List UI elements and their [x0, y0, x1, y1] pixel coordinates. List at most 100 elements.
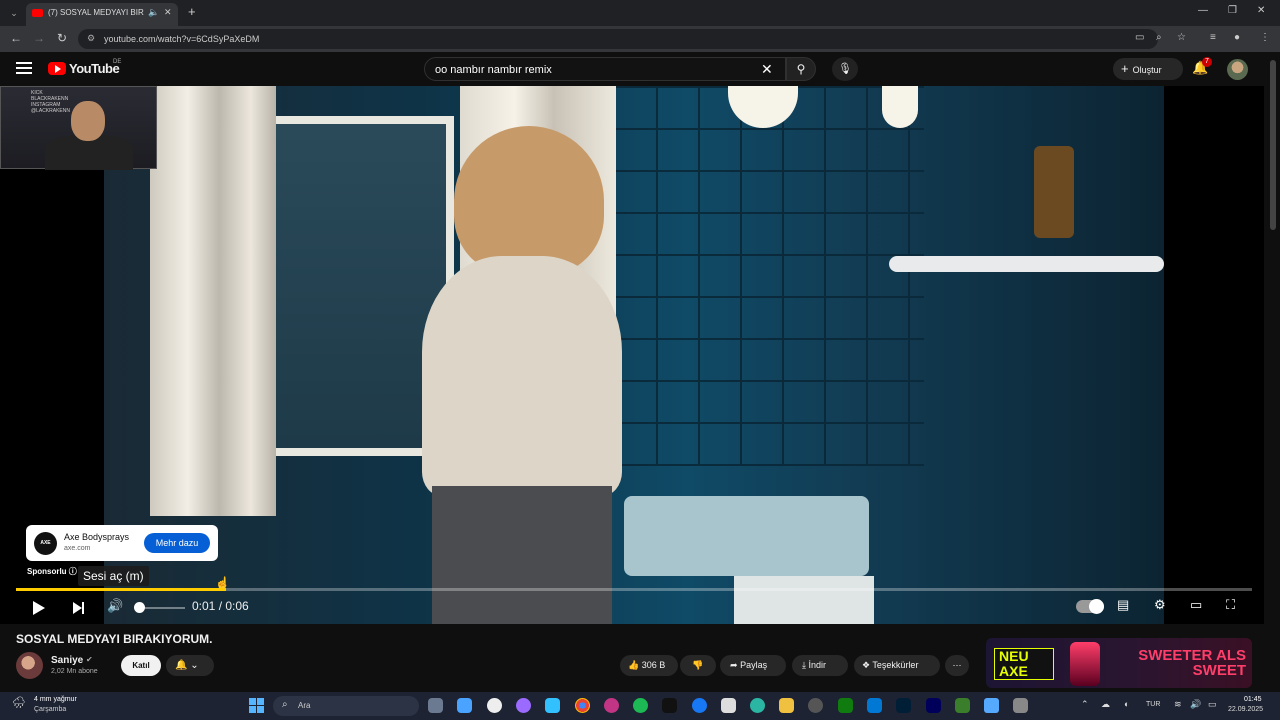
wifi-icon[interactable]: ≋ — [1174, 699, 1182, 710]
person-hair — [454, 126, 604, 276]
browser-tab[interactable]: (7) SOSYAL MEDYAYI BIRAK 🔈 ✕ — [26, 3, 178, 26]
ad-cta-button[interactable]: Mehr dazu — [144, 533, 210, 553]
subscription-bell-button[interactable]: 🔔 ⌄ — [166, 655, 214, 676]
join-button[interactable]: Katıl — [121, 655, 161, 676]
outlook-icon[interactable] — [867, 698, 882, 713]
url-field[interactable]: ⚙ youtube.com/watch?v=6CdSyPaXeDM — [78, 29, 1158, 49]
copilot-icon[interactable] — [457, 698, 472, 713]
settings-gear-icon[interactable]: ⚙ — [1154, 597, 1166, 613]
back-icon[interactable]: ← — [10, 31, 22, 45]
channel-name[interactable]: Saniye — [51, 655, 83, 666]
app-icon-5[interactable] — [545, 698, 560, 713]
tab-search-chevron-icon[interactable]: ⌄ — [6, 5, 22, 21]
app-icon-20[interactable] — [984, 698, 999, 713]
cast-icon[interactable]: ▭ — [1135, 32, 1144, 43]
clock-time[interactable]: 01:45 — [1244, 696, 1262, 703]
dislike-button[interactable]: 👎 — [680, 655, 716, 676]
volume-slider-knob[interactable] — [134, 602, 145, 613]
weather-text[interactable]: 4 mm yağmur — [34, 696, 77, 703]
download-label: İndir — [808, 660, 827, 670]
sponsored-label: Sponsorlu ⓘ — [27, 566, 77, 577]
youtube-logo-text[interactable]: YouTube — [69, 61, 120, 76]
tiktok-icon[interactable] — [662, 698, 677, 713]
youtube-logo-icon[interactable] — [48, 62, 66, 75]
restore-icon[interactable]: ❐ — [1228, 5, 1237, 16]
autoplay-toggle[interactable] — [1076, 599, 1104, 614]
tray-app-icon[interactable]: ◐ — [1124, 699, 1129, 709]
clock-date[interactable]: 22.09.2025 — [1228, 706, 1263, 713]
thanks-button[interactable]: ❖ Teşekkürler — [854, 655, 940, 676]
file-explorer-icon[interactable] — [779, 698, 794, 713]
chatgpt-icon[interactable] — [487, 698, 502, 713]
ad-banner[interactable]: NEU AXE SWEETER ALS SWEET — [986, 638, 1252, 688]
next-icon[interactable] — [73, 602, 84, 614]
app-icon-19[interactable] — [955, 698, 970, 713]
steam-icon[interactable] — [808, 698, 823, 713]
facebook-icon[interactable] — [692, 698, 707, 713]
download-button[interactable]: ⤓ İndir — [792, 655, 848, 676]
share-button[interactable]: ➦ Paylaş — [720, 655, 786, 676]
windows-start-icon[interactable] — [249, 698, 264, 713]
theater-mode-icon[interactable]: ▭ — [1190, 597, 1202, 613]
minimize-icon[interactable]: — — [1198, 5, 1208, 16]
hamburger-menu-icon[interactable] — [16, 62, 32, 74]
volume-slider-track[interactable] — [145, 607, 185, 609]
tab-close-icon[interactable]: ✕ — [164, 7, 172, 18]
reload-icon[interactable]: ↻ — [57, 31, 67, 45]
close-window-icon[interactable]: ✕ — [1257, 5, 1265, 16]
ad-card[interactable]: AXE Axe Bodysprays axe.com Mehr dazu — [26, 525, 218, 561]
app-icon-4[interactable] — [516, 698, 531, 713]
media-control-icon[interactable]: ≡ — [1210, 32, 1216, 43]
page-scrollbar[interactable] — [1270, 60, 1276, 230]
site-info-icon[interactable]: ⚙ — [87, 33, 95, 44]
taskbar-search[interactable]: ⌕ Ara — [273, 696, 419, 716]
battery-icon[interactable]: ▭ — [1208, 699, 1217, 710]
bookmark-star-icon[interactable]: ☆ — [1177, 32, 1186, 43]
profile-icon[interactable]: ● — [1234, 32, 1240, 43]
tile-wall — [614, 86, 924, 466]
shelf — [889, 256, 1164, 272]
store-icon[interactable] — [721, 698, 736, 713]
browser-menu-icon[interactable]: ⋮ — [1260, 32, 1270, 43]
photoshop-icon[interactable] — [896, 698, 911, 713]
language-indicator[interactable]: TUR — [1146, 701, 1160, 708]
more-actions-button[interactable]: ⋯ — [945, 655, 969, 676]
create-button[interactable]: + Oluştur — [1113, 58, 1183, 80]
info-icon[interactable]: ⓘ — [69, 567, 77, 576]
video-title: SOSYAL MEDYAYI BIRAKIYORUM. — [16, 632, 213, 646]
weather-icon[interactable]: 🌧 — [12, 696, 28, 712]
channel-avatar[interactable] — [16, 652, 43, 679]
subtitles-icon[interactable]: ▤ — [1117, 597, 1129, 613]
video-player[interactable]: KICK BLACKRAKENN INSTAGRAM @LACKRAKENN A… — [0, 86, 1264, 624]
account-avatar[interactable] — [1227, 59, 1248, 80]
progress-bar[interactable] — [16, 588, 1252, 591]
volume-icon[interactable]: 🔊 — [107, 598, 123, 614]
volume-tray-icon[interactable]: 🔊 — [1190, 699, 1201, 710]
like-button[interactable]: 👍 306 B — [620, 655, 678, 676]
zoom-icon[interactable]: ⌕ — [1156, 32, 1162, 43]
after-effects-icon[interactable] — [926, 698, 941, 713]
instagram-handle: @LACKRAKENN — [31, 108, 70, 114]
edge-icon[interactable] — [750, 698, 765, 713]
fullscreen-icon[interactable]: ⛶ — [1226, 597, 1235, 613]
time-display: 0:01 / 0:06 — [192, 599, 249, 613]
clear-search-icon[interactable]: ✕ — [761, 61, 773, 78]
xbox-icon[interactable] — [838, 698, 853, 713]
mute-tooltip: Sesi aç (m) — [78, 566, 149, 586]
search-input[interactable]: oo nambır nambır remix ✕ — [424, 57, 786, 81]
task-view-icon[interactable] — [428, 698, 443, 713]
streamer-head — [71, 101, 105, 141]
chrome-icon[interactable] — [575, 698, 590, 713]
new-tab-button[interactable]: + — [188, 4, 196, 19]
spotify-icon[interactable] — [633, 698, 648, 713]
onedrive-icon[interactable]: ☁ — [1101, 699, 1110, 710]
tab-audio-icon[interactable]: 🔈 — [148, 7, 159, 18]
forward-icon[interactable]: → — [33, 31, 45, 45]
tray-chevron-icon[interactable]: ⌃ — [1081, 699, 1089, 710]
play-icon[interactable] — [33, 601, 45, 615]
app-icon-7[interactable] — [604, 698, 619, 713]
person-body — [422, 256, 622, 496]
voice-search-icon[interactable]: 🎙 — [832, 57, 858, 81]
search-button[interactable]: ⚲ — [786, 57, 816, 81]
app-icon-21[interactable] — [1013, 698, 1028, 713]
